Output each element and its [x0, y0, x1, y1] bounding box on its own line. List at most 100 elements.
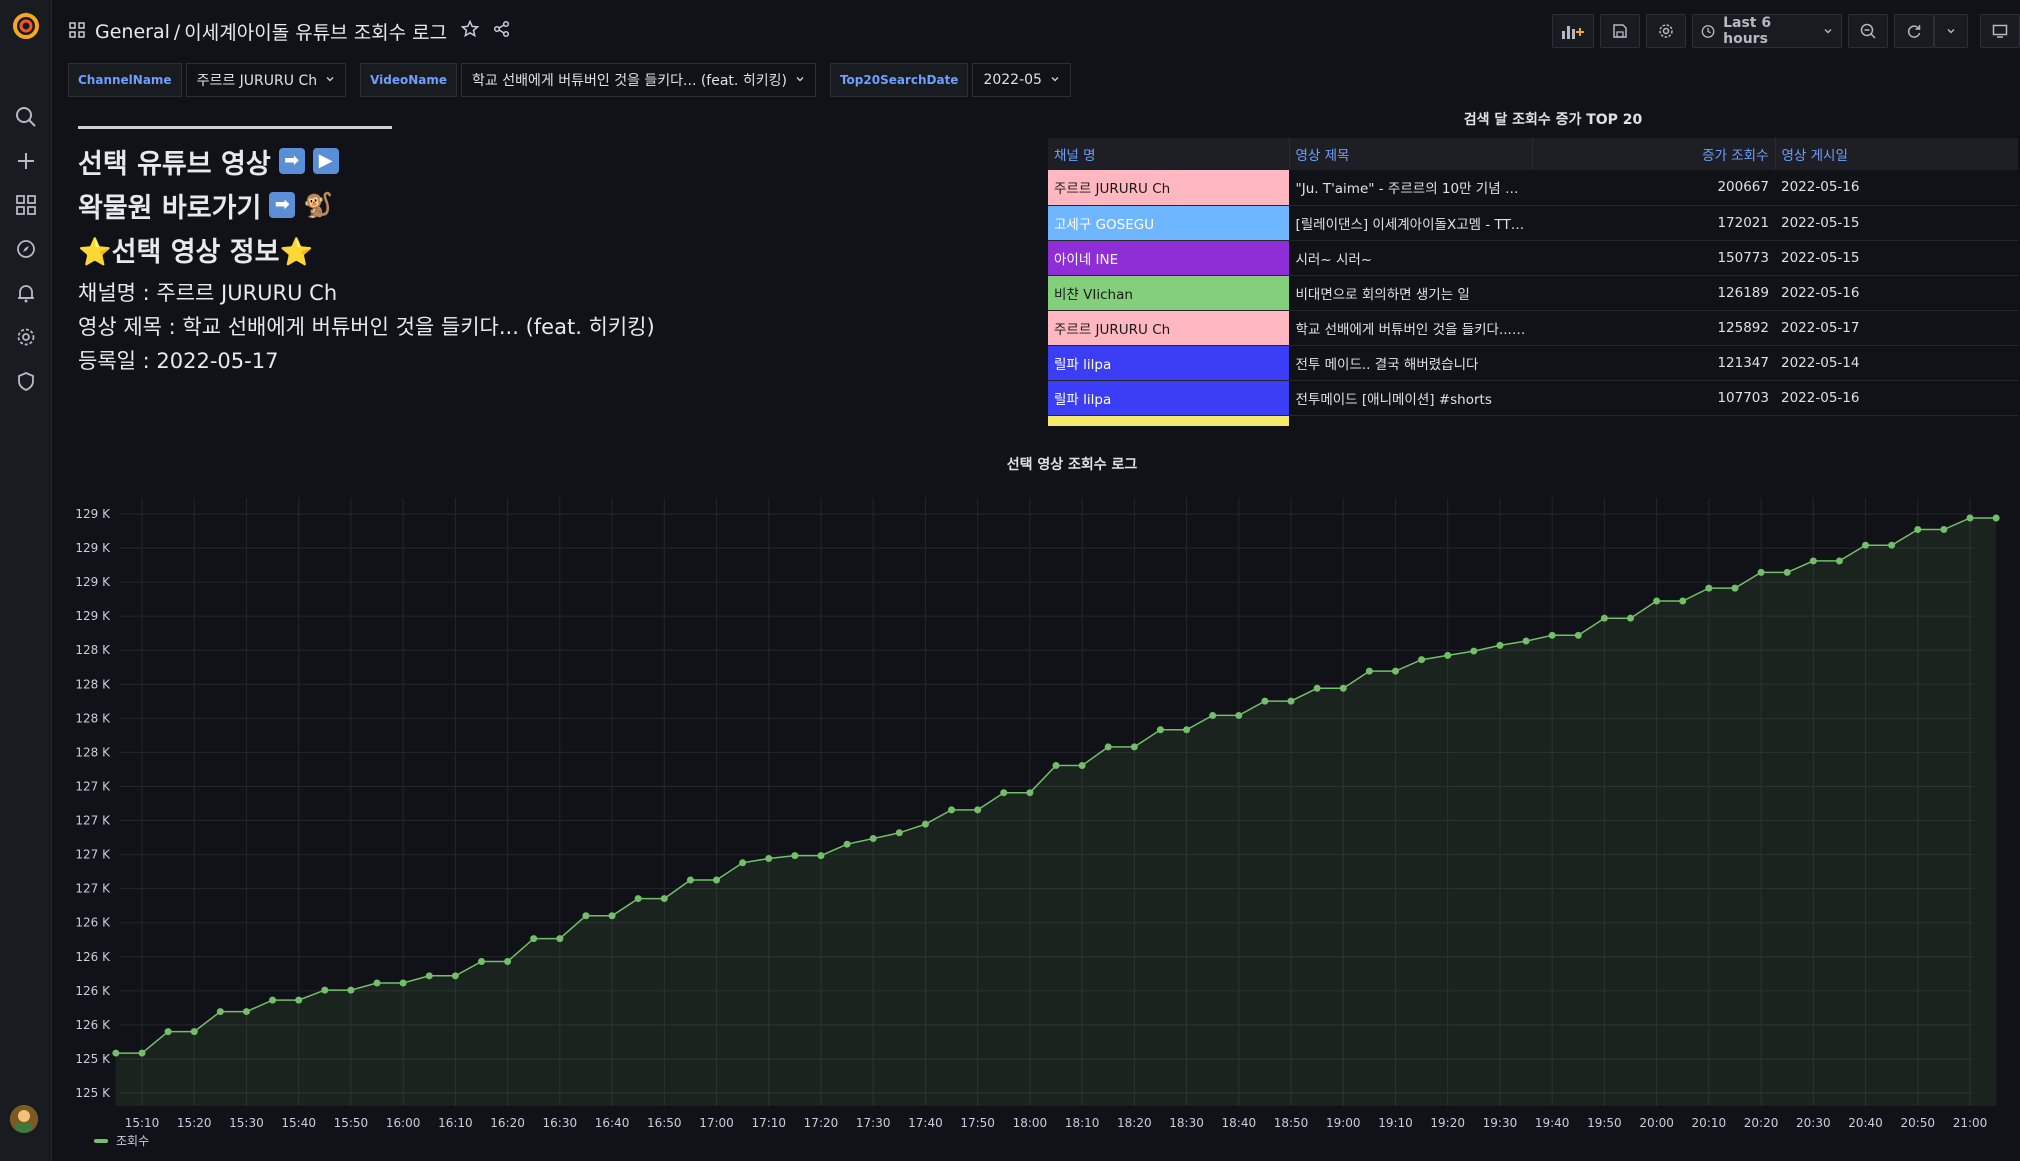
- save-dashboard-button[interactable]: [1600, 14, 1640, 48]
- refresh-interval-dropdown[interactable]: [1934, 14, 1968, 48]
- monitor-icon: [1992, 24, 2008, 38]
- explore-icon[interactable]: [11, 234, 41, 264]
- shield-icon[interactable]: [11, 366, 41, 396]
- channelname-select[interactable]: 주르르 JURURU Ch: [185, 63, 347, 97]
- videoname-value: 학교 선배에게 버튜버인 것을 들키다... (feat. 히키킹): [472, 73, 787, 89]
- tv-mode-button[interactable]: [1980, 14, 2020, 48]
- table-cell-views: 172021: [1532, 205, 1775, 241]
- data-point: [1809, 557, 1817, 565]
- time-range-picker[interactable]: Last 6 hours: [1692, 14, 1842, 48]
- x-tick-label: 15:30: [229, 1116, 264, 1130]
- search-icon[interactable]: [11, 102, 41, 132]
- gear-icon[interactable]: [11, 322, 41, 352]
- data-point: [504, 958, 512, 966]
- table-cell-channel: 릴파 lilpa: [1048, 345, 1290, 381]
- settings-gear-icon: [1659, 24, 1673, 38]
- top20searchdate-select[interactable]: 2022-05: [972, 63, 1071, 97]
- zoom-out-button[interactable]: [1848, 14, 1888, 48]
- column-header-date[interactable]: 영상 게시일: [1775, 138, 2018, 170]
- variable-videoname: VideoName 학교 선배에게 버튜버인 것을 들키다... (feat. …: [360, 63, 816, 97]
- chevron-down-icon: [1947, 29, 1955, 34]
- data-point: [190, 1028, 198, 1036]
- table-cell-views: 125892: [1532, 310, 1775, 346]
- data-point: [1052, 762, 1060, 770]
- column-header-title[interactable]: 영상 제목: [1289, 138, 1533, 170]
- star-icon[interactable]: [460, 19, 480, 43]
- top20-panel-title[interactable]: 검색 달 조회수 증가 TOP 20: [1048, 110, 2018, 138]
- data-point: [1914, 525, 1922, 533]
- data-point: [1130, 743, 1138, 751]
- waktaverse-cafe-link[interactable]: 왁물원 바로가기 ➡ 🐒: [78, 183, 1028, 227]
- grafana-logo-icon[interactable]: [10, 10, 42, 42]
- data-point: [843, 840, 851, 848]
- add-panel-button[interactable]: [1552, 14, 1594, 48]
- column-header-views[interactable]: 증가 조회수: [1532, 138, 1776, 170]
- x-tick-label: 15:10: [125, 1116, 160, 1130]
- table-cell-title: "Ju. T'aime" - 주르르의 10만 기념 언...: [1289, 170, 1532, 206]
- table-cell-date: 2022-05-14: [1775, 345, 2018, 381]
- x-tick-label: 20:20: [1744, 1116, 1779, 1130]
- table-cell-views: 121347: [1532, 345, 1775, 381]
- table-row[interactable]: 고세구 GOSEGU [릴레이댄스] 이세계아이돌X고멤 - TT (... 172…: [1048, 205, 2018, 241]
- y-tick-label: 125 K: [75, 1086, 111, 1100]
- data-point: [1783, 568, 1791, 576]
- plus-icon[interactable]: [11, 146, 41, 176]
- table-cell-channel: 비챤 VIichan: [1048, 275, 1290, 311]
- video-title-line: 영상 제목 : 학교 선배에게 버튜버인 것을 들키다... (feat. 히키…: [78, 315, 655, 339]
- data-point: [1679, 597, 1687, 605]
- data-point: [1444, 651, 1452, 659]
- data-point: [765, 855, 773, 863]
- x-tick-label: 16:10: [438, 1116, 473, 1130]
- y-tick-label: 127 K: [75, 882, 111, 896]
- table-cell-date: 2022-05-17: [1775, 310, 2018, 346]
- column-header-channel[interactable]: 채널 명: [1048, 138, 1290, 170]
- chart-legend[interactable]: 조회수: [94, 1132, 149, 1149]
- table-row[interactable]: 아이네 INE 시러~ 시러~ 150773 2022-05-15: [1048, 240, 2018, 276]
- table-row[interactable]: 릴파 lilpa 전투 메이드.. 결국 해버렸습니다 121347 2022-05-…: [1048, 345, 2018, 381]
- alerting-bell-icon[interactable]: [11, 278, 41, 308]
- user-avatar[interactable]: [10, 1105, 38, 1133]
- save-icon: [1613, 24, 1627, 38]
- y-tick-label: 127 K: [75, 814, 111, 828]
- y-tick-label: 127 K: [75, 779, 111, 793]
- selected-video-link-label: 선택 유튜브 영상: [78, 148, 271, 180]
- dashboards-icon[interactable]: [11, 190, 41, 220]
- data-point: [451, 972, 459, 980]
- breadcrumb-folder[interactable]: General: [95, 21, 170, 43]
- selected-video-link[interactable]: 선택 유튜브 영상 ➡ ▶: [78, 139, 1028, 183]
- x-tick-label: 18:00: [1013, 1116, 1048, 1130]
- table-row[interactable]: 비챤 VIichan 비대면으로 회의하면 생기는 일 126189 2022-05-…: [1048, 275, 2018, 311]
- views-time-series-chart[interactable]: 125 K 125 K 126 K 126 K 126 K 126 K 127 K 127 K…: [52, 448, 2020, 1161]
- breadcrumb: General / 이세계아이돌 유튜브 조회수 로그: [69, 18, 511, 45]
- x-tick-label: 20:40: [1848, 1116, 1883, 1130]
- share-icon[interactable]: [493, 20, 511, 43]
- dashboard-title[interactable]: 이세계아이돌 유튜브 조회수 로그: [184, 18, 447, 45]
- data-point: [1209, 711, 1217, 719]
- data-point: [1888, 541, 1896, 549]
- chevron-down-icon: [1823, 22, 1833, 40]
- data-point: [1940, 525, 1948, 533]
- chevron-down-icon: [1050, 72, 1060, 88]
- waktaverse-link-label: 왁물원 바로가기: [78, 192, 262, 224]
- data-point: [1653, 597, 1661, 605]
- data-point: [1470, 647, 1478, 655]
- table-row[interactable]: 릴파 lilpa 전투메이드 [애니메이션] #shorts 107703 2022-…: [1048, 380, 2018, 416]
- data-point: [1183, 726, 1191, 734]
- refresh-icon: [1907, 25, 1921, 38]
- x-tick-label: 16:50: [647, 1116, 682, 1130]
- table-cell-channel: [1048, 415, 1290, 426]
- table-row[interactable]: [1048, 415, 2018, 426]
- arrow-right-icon: ➡: [278, 148, 305, 174]
- variable-top20searchdate: Top20SearchDate 2022-05: [829, 63, 1071, 97]
- dashboard-settings-button[interactable]: [1646, 14, 1686, 48]
- refresh-button[interactable]: [1894, 14, 1934, 48]
- data-point: [948, 806, 956, 814]
- variable-label-videoname: VideoName: [360, 63, 458, 97]
- table-row[interactable]: 주르르 JURURU Ch 학교 선배에게 버튜버인 것을 들키다... (...…: [1048, 310, 2018, 346]
- videoname-select[interactable]: 학교 선배에게 버튜버인 것을 들키다... (feat. 히키킹): [461, 63, 816, 97]
- x-tick-label: 19:40: [1535, 1116, 1570, 1130]
- x-tick-label: 20:50: [1900, 1116, 1935, 1130]
- x-tick-label: 16:30: [543, 1116, 578, 1130]
- x-tick-label: 18:30: [1169, 1116, 1204, 1130]
- table-row[interactable]: 주르르 JURURU Ch "Ju. T'aime" - 주르르의 10만 기념 …: [1048, 170, 2018, 206]
